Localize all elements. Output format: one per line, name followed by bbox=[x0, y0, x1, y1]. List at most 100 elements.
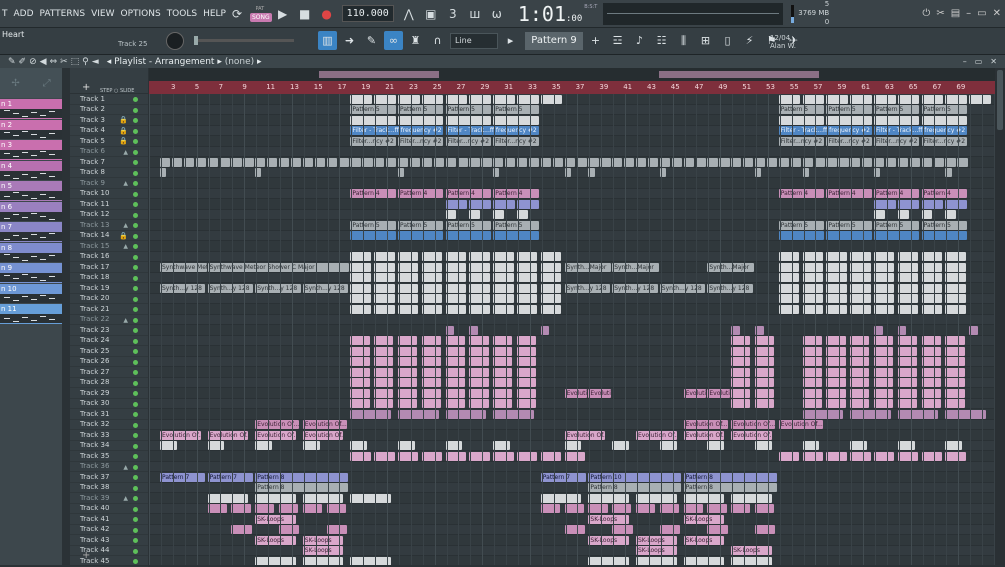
pattern-clip[interactable]: Evolution Of... bbox=[731, 430, 772, 440]
track-header[interactable]: Track 25 bbox=[70, 346, 148, 357]
track-header[interactable]: Track 19 bbox=[70, 283, 148, 294]
pattern-clip[interactable] bbox=[350, 273, 371, 282]
track-header[interactable]: Track 11 bbox=[70, 199, 148, 210]
pattern-clip[interactable] bbox=[350, 252, 371, 261]
pattern-clip[interactable] bbox=[945, 304, 966, 314]
pattern-clip[interactable] bbox=[945, 262, 966, 272]
track-header[interactable]: Track 42 bbox=[70, 525, 148, 535]
group-collapse-icon[interactable]: ▲ bbox=[123, 464, 128, 471]
track-header[interactable]: Track 17 bbox=[70, 262, 148, 273]
pattern-clip[interactable] bbox=[564, 504, 584, 513]
pattern-clip[interactable] bbox=[374, 273, 395, 282]
overview-strip[interactable] bbox=[149, 68, 995, 81]
pattern-clip[interactable] bbox=[826, 231, 872, 240]
pattern-clip[interactable] bbox=[564, 441, 582, 450]
pattern-clip[interactable] bbox=[445, 231, 491, 240]
pattern-clip[interactable] bbox=[517, 378, 537, 387]
pattern-clip[interactable] bbox=[874, 451, 895, 461]
pattern-clip[interactable] bbox=[398, 262, 419, 272]
pattern-clip[interactable] bbox=[731, 399, 751, 408]
pattern-clip[interactable] bbox=[731, 504, 751, 513]
track-header[interactable]: Track 2 bbox=[70, 105, 148, 115]
pattern-clip[interactable]: SK-Loops bbox=[255, 535, 296, 545]
pattern-clip[interactable] bbox=[493, 273, 514, 282]
arrow-icon[interactable]: ➜ bbox=[340, 31, 359, 50]
pattern-clip[interactable]: Filter - Track...ff frequency #2 bbox=[445, 126, 539, 135]
track-header[interactable]: Track 37 bbox=[70, 472, 148, 483]
eq-icon[interactable]: ⫼ bbox=[674, 31, 693, 50]
pattern-clip[interactable] bbox=[469, 399, 489, 408]
pattern-clip[interactable] bbox=[493, 357, 513, 366]
pattern-clip[interactable]: Evolution Of... bbox=[160, 430, 201, 440]
pattern-clip[interactable]: Pattern 4 bbox=[874, 189, 920, 198]
pattern-clip[interactable]: Pattern 5 bbox=[874, 220, 920, 230]
pattern-clip[interactable] bbox=[897, 199, 920, 209]
delete-tool-icon[interactable]: ⊘ bbox=[29, 57, 37, 67]
pattern-clip[interactable] bbox=[826, 451, 847, 461]
picker-item[interactable]: n 8 bbox=[0, 242, 62, 262]
track-header[interactable]: Track 14 🔒 bbox=[70, 231, 148, 241]
track-header[interactable]: Track 41 bbox=[70, 514, 148, 525]
pattern-clip[interactable] bbox=[421, 262, 443, 272]
pattern-clip[interactable] bbox=[493, 115, 539, 125]
pattern-clip[interactable] bbox=[255, 441, 273, 450]
pattern-clip[interactable] bbox=[850, 346, 870, 356]
pattern-clip[interactable] bbox=[778, 94, 801, 104]
pattern-clip[interactable]: Synthwave Meteor Shower C Major bbox=[160, 262, 207, 272]
pl-minimize-icon[interactable]: – bbox=[963, 57, 967, 66]
track-header[interactable]: Track 3 🔒 bbox=[70, 115, 148, 126]
track-mute-led[interactable] bbox=[133, 275, 138, 281]
pattern-clip[interactable] bbox=[350, 556, 392, 565]
pattern-clip[interactable]: Pattern 5 bbox=[398, 220, 444, 230]
pattern-clip[interactable] bbox=[374, 346, 394, 356]
pattern-clip[interactable] bbox=[897, 294, 919, 303]
pattern-clip[interactable] bbox=[731, 336, 751, 345]
pattern-clip[interactable] bbox=[945, 378, 965, 387]
pattern-clip[interactable] bbox=[826, 273, 847, 282]
track-mute-led[interactable] bbox=[133, 538, 138, 543]
pattern-clip[interactable]: Filter - Track...ff frequency #2 bbox=[778, 126, 872, 135]
vertical-scrollbar[interactable] bbox=[995, 68, 1005, 565]
track-header[interactable]: Track 34 bbox=[70, 441, 148, 451]
pattern-clip[interactable] bbox=[850, 283, 871, 293]
track-header[interactable]: Track 6 ▲ bbox=[70, 147, 148, 157]
track-header[interactable]: Track 18 bbox=[70, 273, 148, 283]
pattern-clip[interactable] bbox=[469, 336, 489, 345]
track-mute-led[interactable] bbox=[133, 391, 138, 396]
pattern-clip[interactable] bbox=[874, 283, 895, 293]
wait-input-icon[interactable]: ▣ bbox=[422, 5, 440, 23]
pattern-clip[interactable] bbox=[826, 283, 847, 293]
pattern-clip[interactable] bbox=[207, 493, 249, 503]
pattern-clip[interactable] bbox=[374, 283, 395, 293]
pattern-clip[interactable] bbox=[421, 346, 442, 356]
pattern-clip[interactable]: Pattern 5 bbox=[350, 105, 396, 114]
track-mute-led[interactable] bbox=[133, 527, 138, 533]
pattern-clip[interactable] bbox=[945, 283, 966, 293]
pattern-clip[interactable]: Synth...Major bbox=[707, 262, 754, 272]
pattern-clip[interactable] bbox=[350, 94, 372, 104]
pattern-clip[interactable] bbox=[398, 294, 419, 303]
stop-icon[interactable]: ■ bbox=[296, 5, 314, 23]
pattern-clip[interactable] bbox=[469, 367, 489, 377]
pattern-clip[interactable] bbox=[850, 273, 871, 282]
pattern-clip[interactable]: Pattern 5 bbox=[398, 105, 444, 114]
pattern-clip[interactable]: Evolution Of... bbox=[683, 430, 725, 440]
pattern-clip[interactable] bbox=[731, 556, 772, 565]
pattern-clip[interactable] bbox=[421, 94, 444, 104]
pattern-clip[interactable] bbox=[255, 556, 296, 565]
pattern-clip[interactable] bbox=[945, 199, 967, 209]
pattern-clip[interactable] bbox=[826, 357, 846, 366]
track-mute-led[interactable] bbox=[133, 118, 138, 123]
track-header[interactable]: Track 15 ▲ bbox=[70, 241, 148, 252]
pattern-clip[interactable]: Pattern 8 bbox=[588, 483, 682, 492]
pattern-clip[interactable] bbox=[897, 388, 918, 398]
pattern-clip[interactable] bbox=[445, 409, 487, 419]
pattern-clip[interactable] bbox=[921, 115, 967, 125]
picker-item[interactable]: n 10 bbox=[0, 283, 62, 303]
pattern-clip[interactable] bbox=[255, 504, 275, 513]
pattern-clip[interactable] bbox=[707, 441, 725, 450]
track-mute-led[interactable] bbox=[133, 328, 138, 333]
pattern-clip[interactable] bbox=[350, 493, 392, 503]
pattern-clip[interactable] bbox=[493, 283, 514, 293]
pattern-clip[interactable] bbox=[445, 367, 465, 377]
